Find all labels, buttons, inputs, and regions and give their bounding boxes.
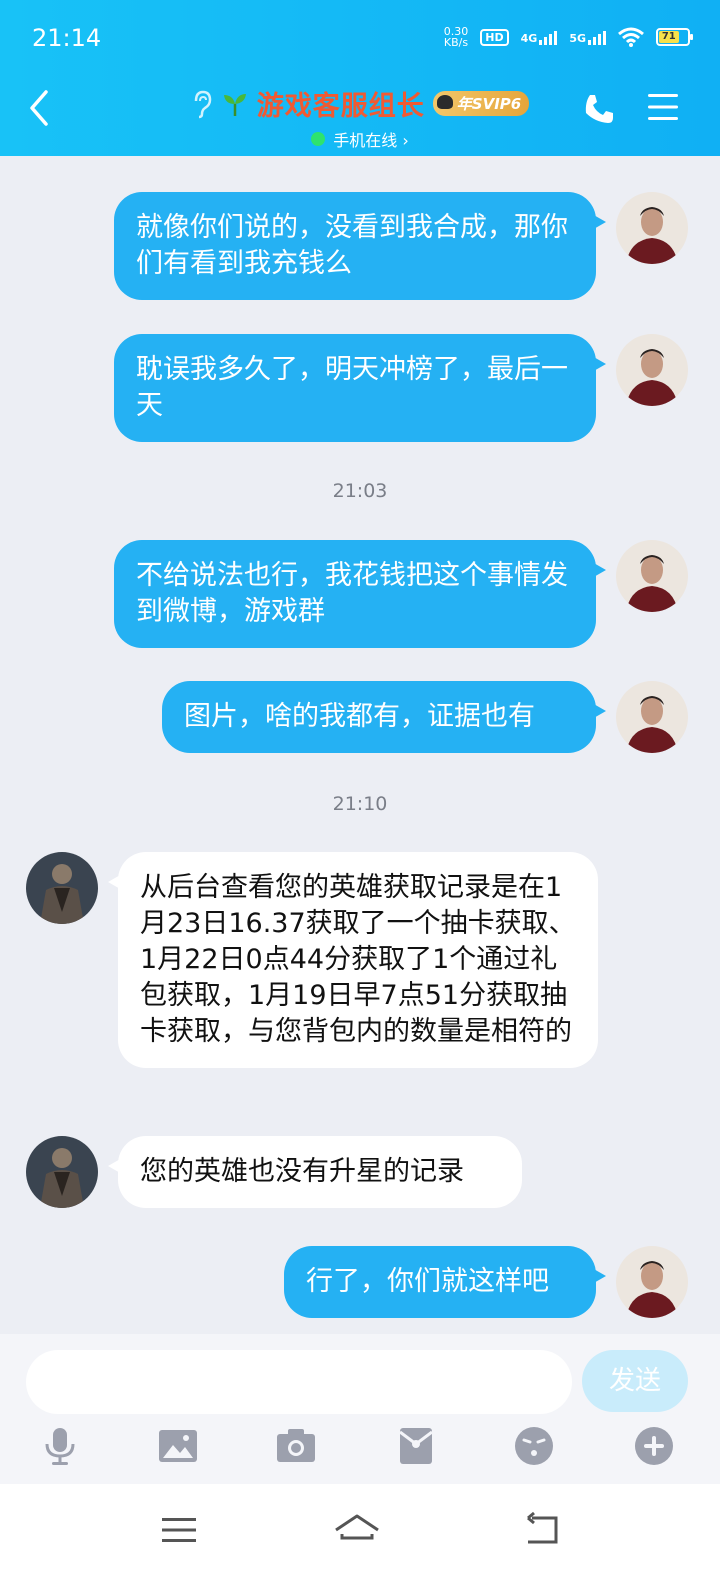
svip-badge: 年SVIP6 — [432, 91, 530, 116]
message-bubble-incoming[interactable]: 从后台查看您的英雄获取记录是在1月23日16.37获取了一个抽卡获取、1月22日… — [108, 852, 598, 1068]
status-bar-icons: 0.30 KB/s HD 4G 5G 71 — [443, 25, 693, 49]
message-timestamp: 21:10 — [332, 793, 388, 815]
network-speed: 0.30 KB/s — [443, 25, 469, 49]
chat-header: 21:14 0.30 KB/s HD 4G 5G 71 游戏客服组长 年SVIP… — [0, 0, 720, 156]
hd-icon: HD — [480, 28, 509, 46]
contact-name: 游戏客服组长 — [256, 91, 425, 122]
signal-5g-icon: 5G — [569, 29, 606, 45]
microphone-icon[interactable] — [40, 1426, 80, 1466]
message-bubble-incoming[interactable]: 您的英雄也没有升星的记录 — [108, 1136, 522, 1208]
message-bubble-outgoing[interactable]: 不给说法也行，我花钱把这个事情发到微博，游戏群 — [114, 540, 606, 648]
message-bubble-outgoing[interactable]: 耽误我多久了，明天冲榜了，最后一天 — [114, 334, 606, 442]
wifi-icon — [618, 27, 644, 47]
ear-icon — [194, 90, 212, 118]
home-icon[interactable] — [332, 1508, 382, 1552]
camera-icon[interactable] — [276, 1426, 316, 1466]
agent-avatar[interactable] — [26, 1136, 98, 1208]
message-composer: 发送 — [0, 1334, 720, 1484]
emoji-icon[interactable] — [514, 1426, 554, 1466]
message-input[interactable] — [26, 1350, 572, 1414]
my-avatar[interactable] — [616, 1246, 688, 1318]
back-nav-icon[interactable] — [518, 1508, 568, 1552]
red-packet-icon[interactable] — [396, 1426, 436, 1466]
status-time: 21:14 — [32, 24, 102, 52]
signal-4g-icon: 4G — [521, 29, 558, 45]
battery-icon: 71 — [656, 28, 693, 46]
recent-apps-icon[interactable] — [154, 1508, 204, 1552]
image-icon[interactable] — [158, 1426, 198, 1466]
sprout-icon — [223, 93, 246, 116]
message-bubble-outgoing[interactable]: 就像你们说的，没看到我合成，那你们有看到我充钱么 — [114, 192, 606, 300]
my-avatar[interactable] — [616, 334, 688, 406]
system-navigation-bar — [0, 1484, 720, 1584]
message-bubble-outgoing[interactable]: 行了，你们就这样吧 — [284, 1246, 606, 1318]
menu-icon[interactable] — [646, 92, 680, 122]
my-avatar[interactable] — [616, 192, 688, 264]
my-avatar[interactable] — [616, 681, 688, 753]
message-timestamp: 21:03 — [332, 480, 388, 502]
presence-status[interactable]: 手机在线 › — [311, 127, 409, 151]
online-dot-icon — [311, 132, 326, 146]
agent-avatar[interactable] — [26, 852, 98, 924]
message-bubble-outgoing[interactable]: 图片，啥的我都有，证据也有 — [162, 681, 606, 753]
my-avatar[interactable] — [616, 540, 688, 612]
phone-call-icon[interactable] — [582, 92, 616, 126]
send-button[interactable]: 发送 — [582, 1350, 688, 1412]
plus-icon[interactable] — [634, 1426, 674, 1466]
